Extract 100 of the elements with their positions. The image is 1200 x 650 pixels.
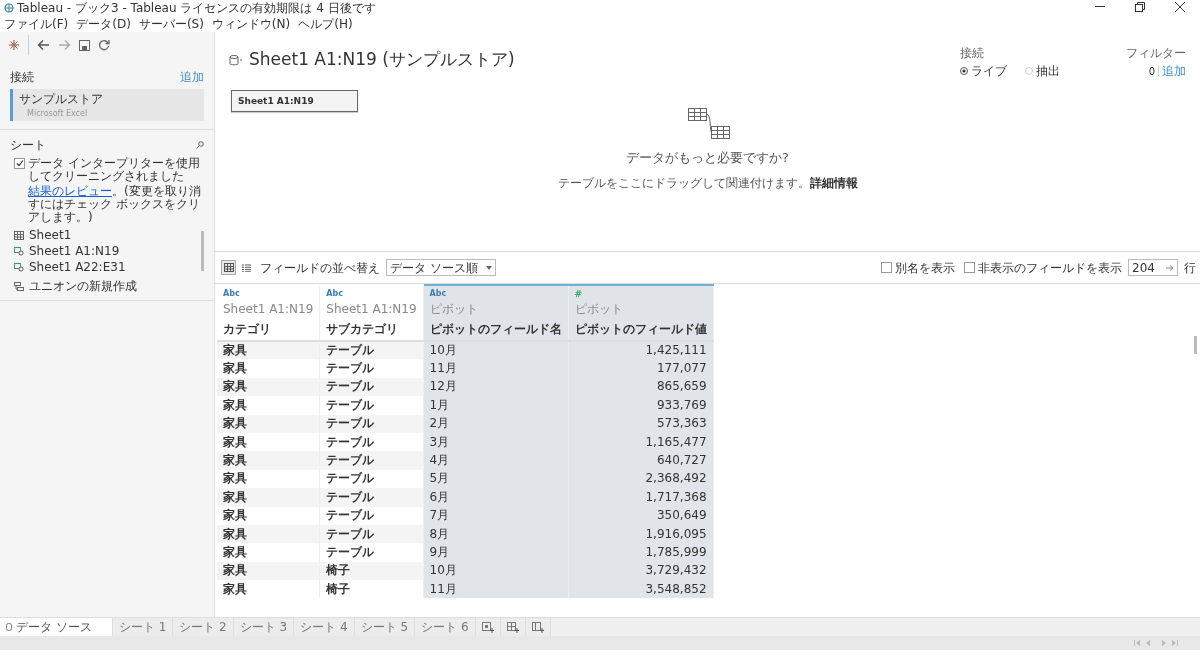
radio-label: ライブ bbox=[971, 63, 1007, 80]
show-hidden-fields-label: 非表示のフィールドを表示 bbox=[978, 259, 1122, 277]
table-cell: 177,077 bbox=[568, 359, 714, 378]
table-cell: テーブル bbox=[319, 451, 424, 470]
table-icon bbox=[14, 230, 24, 240]
menu-item[interactable]: ファイル(F) bbox=[4, 17, 69, 31]
table-cell: テーブル bbox=[319, 524, 424, 544]
row-count-field[interactable]: 204 bbox=[1128, 259, 1178, 276]
table-cell: 933,769 bbox=[568, 396, 714, 415]
list-icon bbox=[242, 263, 251, 272]
interpreter-note: 結果のレビュー。(変更を取り消すにはチェック ボックスをクリアします。) bbox=[28, 185, 202, 224]
column-header[interactable]: Abc ピボット ピボットのフィールド名 bbox=[423, 285, 569, 341]
sort-label: フィールドの並べ替え bbox=[260, 259, 380, 277]
show-hidden-fields-checkbox[interactable] bbox=[964, 262, 975, 273]
sheet-tab[interactable]: シート 2 bbox=[173, 618, 234, 636]
sheet-tab[interactable]: シート 1 bbox=[112, 618, 174, 636]
database-icon bbox=[6, 623, 12, 631]
caret-icon bbox=[486, 265, 492, 270]
table-cell: 1,717,368 bbox=[568, 488, 714, 507]
table-cell: 4月 bbox=[423, 451, 569, 470]
connection-type: Microsoft Excel bbox=[26, 108, 89, 120]
table-cell: 11月 bbox=[423, 359, 569, 378]
connection-item[interactable]: サンプルストア Microsoft Excel bbox=[10, 89, 204, 121]
learn-more-link[interactable]: 詳細情報 bbox=[809, 175, 858, 190]
table-cell: 家具 bbox=[217, 580, 320, 599]
sheet-item[interactable]: Sheet1 bbox=[29, 226, 72, 244]
close-icon[interactable] bbox=[1175, 2, 1185, 12]
menu-item[interactable]: データ(D) bbox=[76, 17, 131, 31]
tableau-logo-icon[interactable] bbox=[8, 39, 20, 51]
show-aliases-label: 別名を表示 bbox=[895, 259, 955, 277]
filter-label: フィルター bbox=[1126, 45, 1186, 62]
minimize-icon[interactable] bbox=[1095, 6, 1105, 8]
table-cell: テーブル bbox=[319, 414, 424, 433]
table-cell: 3,548,852 bbox=[568, 580, 714, 599]
new-story-icon[interactable] bbox=[531, 621, 544, 633]
table-cell: テーブル bbox=[319, 506, 424, 525]
interpreter-checkbox[interactable] bbox=[14, 158, 25, 169]
search-icon[interactable] bbox=[196, 141, 204, 149]
sheet-tab[interactable]: シート 5 bbox=[354, 618, 416, 636]
menu-item[interactable]: ヘルプ(H) bbox=[298, 17, 353, 31]
section-heading: 接続 bbox=[10, 69, 34, 86]
grid-icon bbox=[223, 263, 234, 272]
empty-state-heading: データがもっと必要ですか? bbox=[626, 149, 789, 167]
table-cell: 家具 bbox=[217, 488, 320, 507]
filter-count: 0 bbox=[1148, 64, 1155, 79]
table-cell: 家具 bbox=[217, 377, 320, 397]
table-cell: 家具 bbox=[217, 359, 320, 378]
table-cell: テーブル bbox=[319, 543, 424, 562]
add-link[interactable]: 追加 bbox=[180, 68, 204, 86]
union-icon bbox=[14, 281, 24, 291]
table-node[interactable]: Sheet1 A1:N19 bbox=[231, 90, 358, 112]
table-cell: 家具 bbox=[217, 396, 320, 415]
refresh-icon[interactable] bbox=[98, 39, 110, 51]
sheet-tab[interactable]: シート 6 bbox=[415, 618, 476, 636]
table-cell: 家具 bbox=[217, 561, 320, 581]
table-cell: 家具 bbox=[217, 506, 320, 525]
back-icon[interactable] bbox=[37, 39, 50, 51]
data-source-title[interactable]: Sheet1 A1:N19 (サンプルストア) bbox=[249, 47, 515, 73]
table-cell: 1月 bbox=[423, 396, 569, 415]
restore-icon[interactable] bbox=[1135, 2, 1145, 12]
review-results-link[interactable]: 結果のレビュー bbox=[28, 184, 112, 198]
sheet-item[interactable]: Sheet1 A22:E31 bbox=[29, 258, 126, 276]
sort-dropdown[interactable]: データ ソース順 bbox=[386, 259, 496, 276]
new-worksheet-icon[interactable] bbox=[481, 621, 494, 633]
show-aliases-checkbox[interactable] bbox=[881, 262, 892, 273]
table-cell: 11月 bbox=[423, 580, 569, 599]
named-range-icon bbox=[14, 246, 24, 256]
new-dashboard-icon[interactable] bbox=[506, 621, 519, 633]
sheet-tab[interactable]: データ ソース bbox=[0, 618, 113, 636]
app-icon bbox=[4, 3, 14, 13]
menu-item[interactable]: サーバー(S) bbox=[138, 17, 204, 31]
table-cell: 640,727 bbox=[568, 451, 714, 470]
save-icon[interactable] bbox=[79, 39, 90, 51]
table-cell: 椅子 bbox=[319, 580, 424, 599]
connection-label: 接続 bbox=[960, 45, 985, 62]
column-header[interactable]: # ピボット ピボットのフィールド値 bbox=[568, 285, 714, 341]
table-cell: 1,785,999 bbox=[568, 543, 714, 562]
table-cell: 9月 bbox=[423, 543, 569, 562]
table-cell: 家具 bbox=[217, 414, 320, 433]
add-filter-link[interactable]: 追加 bbox=[1162, 62, 1186, 80]
sheet-tab[interactable]: シート 4 bbox=[294, 618, 355, 636]
table-cell: テーブル bbox=[319, 488, 424, 507]
radio-button[interactable] bbox=[960, 67, 968, 75]
connection-name: サンプルストア bbox=[19, 91, 104, 108]
menu-item[interactable]: ウィンドウ(N) bbox=[211, 17, 291, 31]
sheet-item[interactable]: Sheet1 A1:N19 bbox=[29, 242, 120, 260]
table-cell: テーブル bbox=[319, 359, 424, 378]
window-title: Tableau - ブック3 - Tableau ライセンスの有効期限は 4 日後です bbox=[17, 0, 376, 16]
grid-view-button[interactable] bbox=[221, 260, 236, 275]
named-range-icon bbox=[14, 262, 24, 272]
sheet-tab[interactable]: シート 3 bbox=[233, 618, 295, 636]
table-cell: 6月 bbox=[423, 488, 569, 507]
empty-state-text: テーブルをここにドラッグして関連付けます。 bbox=[557, 175, 810, 190]
section-heading: シート bbox=[10, 137, 46, 154]
table-cell: 椅子 bbox=[319, 561, 424, 581]
table-cell: テーブル bbox=[319, 377, 424, 397]
rows-label: 行 bbox=[1184, 259, 1196, 277]
database-icon[interactable] bbox=[229, 54, 243, 66]
new-union-item[interactable]: ユニオンの新規作成 bbox=[29, 277, 137, 295]
interpreter-label: データ インタープリターを使用してクリーニングされました bbox=[28, 157, 201, 183]
